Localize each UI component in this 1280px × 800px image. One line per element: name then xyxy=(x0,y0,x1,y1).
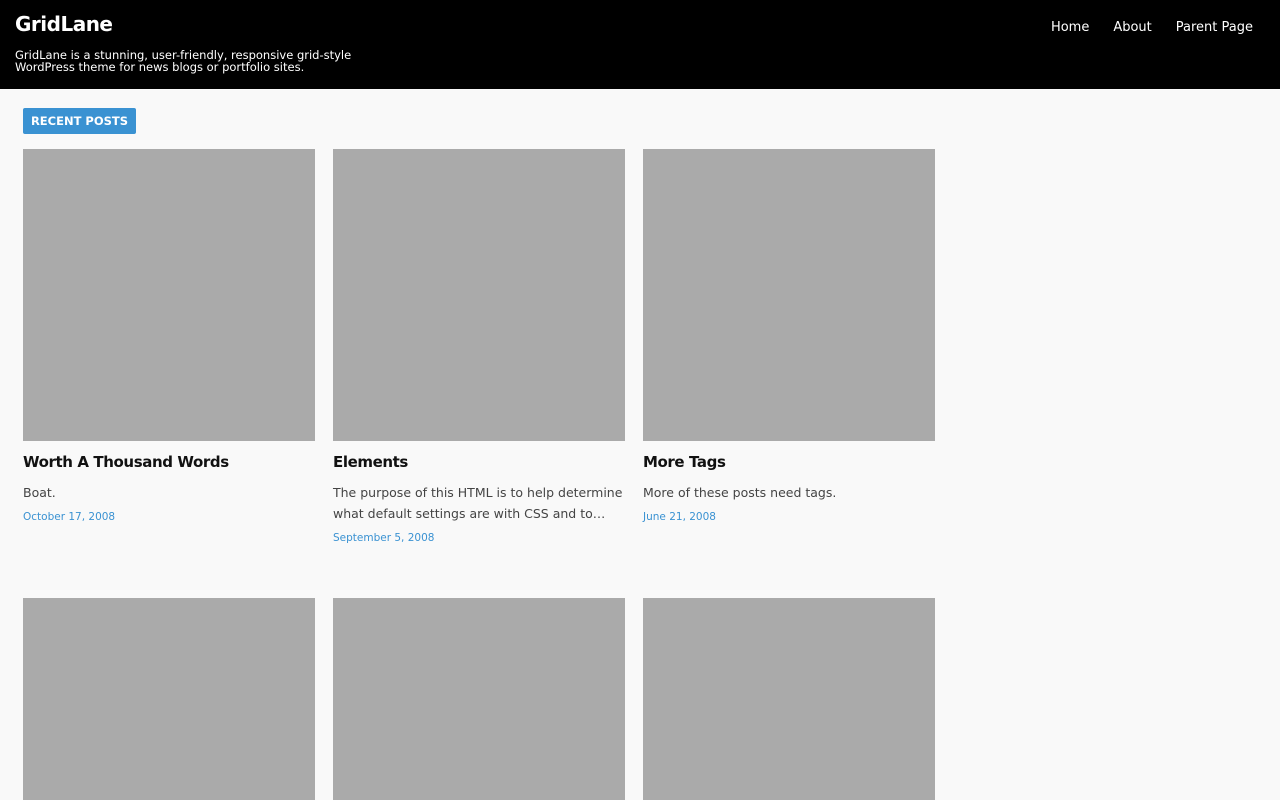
post-card xyxy=(23,598,315,800)
post-date[interactable]: September 5, 2008 xyxy=(333,531,434,545)
site-title[interactable]: GridLane xyxy=(15,12,113,36)
post-thumbnail[interactable] xyxy=(643,149,935,441)
site-header: GridLane GridLane is a stunning, user-fr… xyxy=(0,0,1280,89)
post-thumbnail[interactable] xyxy=(333,149,625,441)
post-date[interactable]: June 21, 2008 xyxy=(643,510,716,524)
main-navigation: Home About Parent Page xyxy=(1027,19,1253,37)
post-excerpt: Boat. xyxy=(23,485,56,500)
post-date[interactable]: October 17, 2008 xyxy=(23,510,115,524)
site-description: GridLane is a stunning, user-friendly, r… xyxy=(15,48,352,74)
nav-item-parent-page[interactable]: Parent Page xyxy=(1152,19,1253,37)
post-thumbnail[interactable] xyxy=(23,149,315,441)
post-card xyxy=(643,598,935,800)
post-excerpt: The purpose of this HTML is to help dete… xyxy=(333,485,623,521)
post-thumbnail[interactable] xyxy=(643,598,935,800)
post-title[interactable]: Worth A Thousand Words xyxy=(23,452,315,472)
post-card xyxy=(333,598,625,800)
post-title[interactable]: More Tags xyxy=(643,452,935,472)
post-title[interactable]: Elements xyxy=(333,452,625,472)
post-thumbnail[interactable] xyxy=(23,598,315,800)
post-thumbnail[interactable] xyxy=(333,598,625,800)
nav-item-about[interactable]: About xyxy=(1089,19,1151,37)
post-excerpt: More of these posts need tags. xyxy=(643,485,837,500)
post-card: Worth A Thousand Words Boat. October 17,… xyxy=(23,149,315,524)
post-card: Elements The purpose of this HTML is to … xyxy=(333,149,625,545)
nav-item-home[interactable]: Home xyxy=(1027,19,1089,37)
recent-posts-heading: RECENT POSTS xyxy=(23,108,136,134)
post-card: More Tags More of these posts need tags.… xyxy=(643,149,935,524)
